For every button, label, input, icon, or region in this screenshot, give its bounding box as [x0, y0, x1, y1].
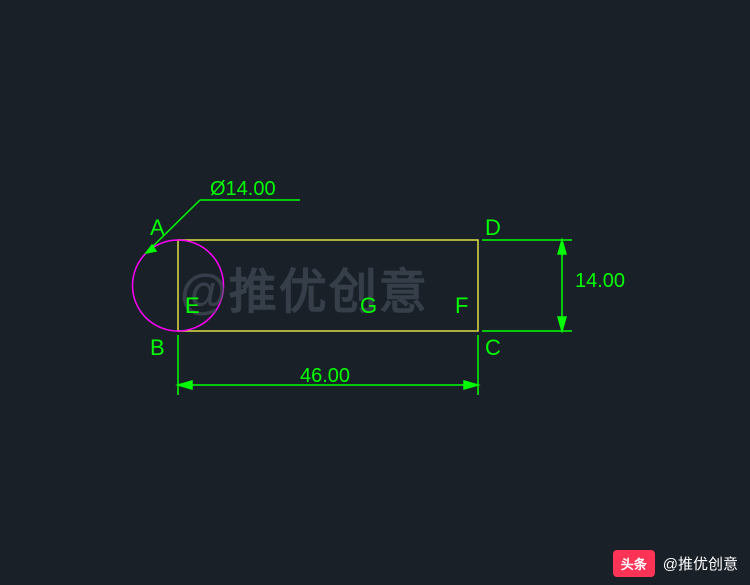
diameter-text: Ø14.00 [210, 178, 276, 201]
point-label-B: B [150, 335, 165, 361]
footer: 头条 @推优创意 [613, 550, 738, 577]
point-label-E: E [185, 293, 200, 319]
point-label-D: D [485, 215, 501, 241]
footer-handle: @推优创意 [663, 553, 738, 574]
point-label-A: A [150, 215, 165, 241]
height-dimension [482, 240, 572, 331]
width-text: 46.00 [300, 365, 350, 388]
point-label-G: G [360, 293, 377, 319]
point-label-C: C [485, 335, 501, 361]
diameter-dimension [146, 200, 300, 253]
point-label-F: F [455, 293, 468, 319]
watermark-text: @推优创意 [180, 252, 429, 322]
footer-badge: 头条 [613, 550, 655, 577]
height-text: 14.00 [575, 270, 625, 293]
